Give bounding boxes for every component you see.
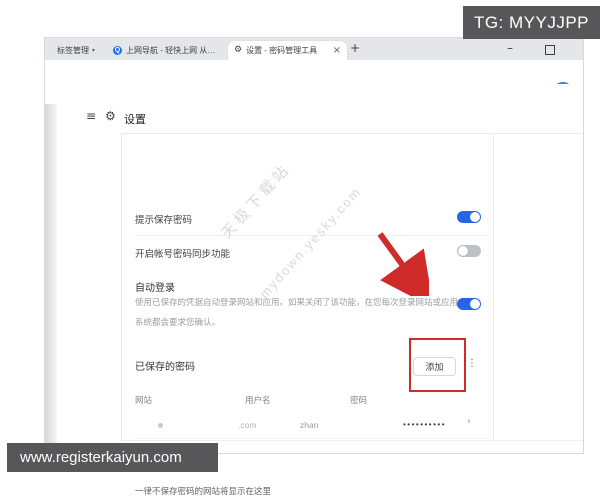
minimize-button[interactable]: – xyxy=(507,42,513,54)
tab-navigation[interactable]: Q 上网导航 - 轻快上网 从这里开始 xyxy=(107,41,227,60)
prompt-save-password-label: 提示保存密码 xyxy=(135,215,193,226)
tab-manager-button[interactable]: 标签管理 ▾ xyxy=(57,45,95,56)
site-favicon xyxy=(158,423,163,428)
tg-badge: TG: MYYJJPP xyxy=(463,6,600,39)
username-cell: zhan xyxy=(300,420,319,430)
page-title: 设置 xyxy=(124,114,146,126)
chevron-down-icon: ▾ xyxy=(92,46,96,54)
bookmarks-bar: 常用书签 手机书签 Q 上网导航 - 轻快上 帮小忙，腾讯QQ xyxy=(45,84,583,145)
divider xyxy=(493,133,494,440)
gear-icon: ⚙ xyxy=(234,45,243,55)
new-tab-button[interactable]: + xyxy=(350,42,360,54)
account-sync-label: 开启帐号密码同步功能 xyxy=(135,249,231,260)
column-password: 密码 xyxy=(350,395,368,405)
browser-toolbar: ← → ↻ ⌂ qqbrowser://settings/passwords ☆… xyxy=(45,60,583,104)
column-username: 用户名 xyxy=(245,395,271,405)
annotation-highlight-box xyxy=(409,338,466,392)
prompt-save-toggle[interactable] xyxy=(457,211,481,223)
divider xyxy=(121,440,583,441)
settings-menu-icon[interactable]: ≡ xyxy=(86,110,96,122)
chevron-right-icon[interactable]: › xyxy=(467,417,471,427)
auto-login-toggle[interactable] xyxy=(457,298,481,310)
tab-manager-label: 标签管理 xyxy=(57,46,89,55)
tab-settings-label: 设置 - 密码管理工具 xyxy=(246,46,318,55)
site-cell: .com xyxy=(238,420,257,430)
annotation-arrow xyxy=(377,232,429,296)
divider xyxy=(135,235,490,236)
qq-browser-logo-icon: Q xyxy=(113,46,122,55)
divider xyxy=(121,133,583,134)
saved-passwords-title: 已保存的密码 xyxy=(135,362,195,373)
column-site: 网站 xyxy=(135,395,153,405)
close-tab-icon[interactable]: × xyxy=(333,45,341,56)
browser-window: 标签管理 ▾ Q 上网导航 - 轻快上网 从这里开始 ⚙ 设置 - 密码管理工具… xyxy=(45,38,583,496)
password-cell: •••••••••• xyxy=(403,420,447,429)
password-row[interactable]: .com zhan •••••••••• xyxy=(121,412,493,436)
auto-login-description: 使用已保存的凭据自动登录网站和应用。如果关闭了该功能，在您每次登录网站或应用之前… xyxy=(135,297,484,327)
site-watermark-badge: www.registerkaiyun.com xyxy=(7,443,218,472)
more-options-icon[interactable]: ⋮ xyxy=(467,359,477,369)
page-edge-shadow xyxy=(45,104,57,453)
gear-icon: ⚙ xyxy=(105,109,116,123)
divider xyxy=(135,438,490,439)
settings-page: ≡ ⚙ 设置 提示保存密码 开启帐号密码同步功能 自动登录 使用已保存的凭据自动… xyxy=(45,104,583,496)
tab-strip: 标签管理 ▾ Q 上网导航 - 轻快上网 从这里开始 ⚙ 设置 - 密码管理工具… xyxy=(45,38,583,60)
maximize-button[interactable] xyxy=(545,45,555,55)
tab-navigation-label: 上网导航 - 轻快上网 从这里开始 xyxy=(126,46,221,55)
account-sync-toggle[interactable] xyxy=(457,245,481,257)
tab-settings[interactable]: ⚙ 设置 - 密码管理工具 × xyxy=(228,41,347,60)
never-save-hint: 一律不保存密码的网站将显示在这里 xyxy=(135,486,272,496)
divider xyxy=(121,133,122,440)
